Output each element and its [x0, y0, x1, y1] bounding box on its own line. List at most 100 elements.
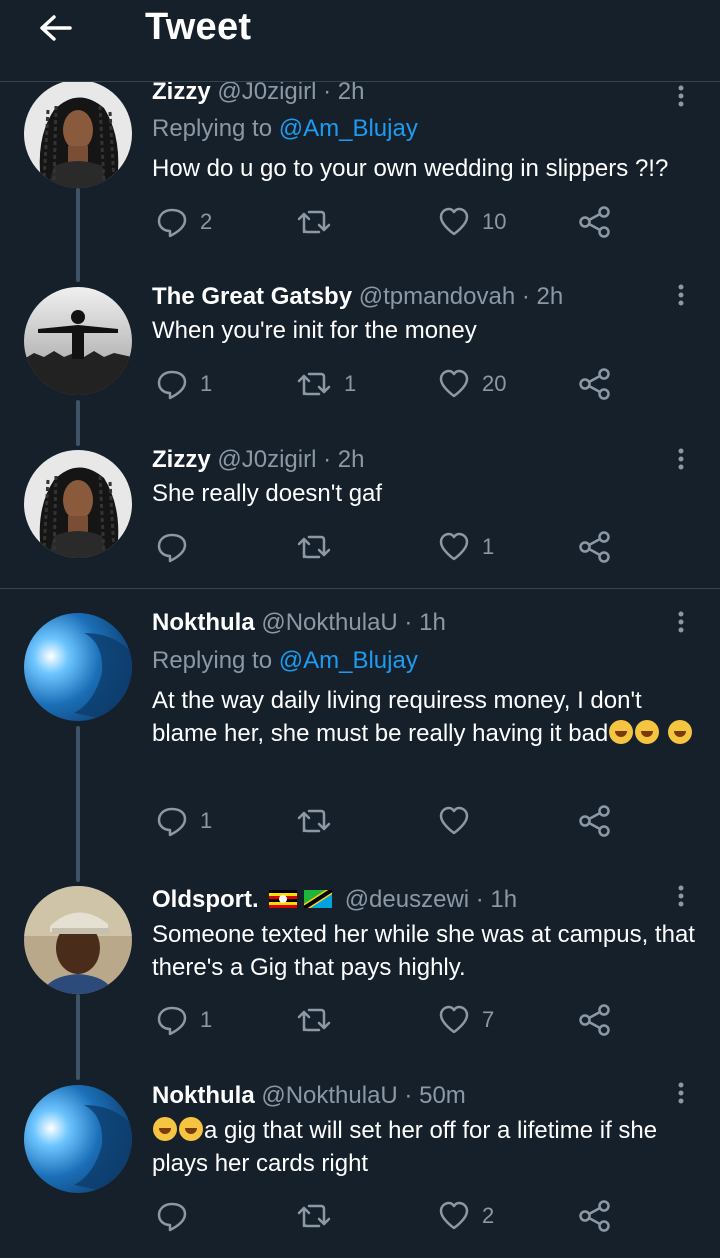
heart-icon — [439, 806, 469, 835]
heart-icon — [439, 207, 469, 236]
like-count: 7 — [482, 1007, 495, 1032]
replying-to: Replying to @Am_Blujay — [152, 115, 418, 142]
heart-icon — [439, 369, 469, 398]
replying-to: Replying to @Am_Blujay — [152, 647, 418, 674]
reply-icon — [157, 1202, 187, 1232]
mention-link[interactable]: @Am_Blujay — [279, 647, 418, 674]
tweet-actions: 2 10 — [0, 202, 720, 242]
mention-link[interactable]: @Am_Blujay — [279, 115, 418, 142]
tweet-actions: 2 — [0, 1196, 720, 1236]
retweet-button[interactable] — [296, 202, 344, 242]
tweet-header: Nokthula @NokthulaU · 1h — [152, 608, 446, 638]
tweet-header: Nokthula @NokthulaU · 50m — [152, 1081, 466, 1111]
like-button[interactable]: 10 — [438, 202, 506, 242]
reply-icon — [157, 1006, 187, 1036]
author-name[interactable]: The Great Gatsby — [152, 283, 352, 310]
share-icon — [579, 1004, 610, 1036]
back-arrow-icon[interactable] — [36, 8, 76, 48]
rofl-emoji — [179, 1117, 203, 1141]
avatar[interactable] — [24, 80, 132, 188]
tweet-header: The Great Gatsby @tpmandovah · 2h — [152, 282, 563, 312]
share-button[interactable] — [578, 801, 612, 841]
retweet-button[interactable]: 1 — [296, 364, 356, 404]
like-count: 20 — [482, 371, 507, 396]
tweet-text: When you're init for the money — [152, 317, 477, 344]
thread-line — [76, 400, 80, 446]
reply-button[interactable]: 1 — [156, 364, 212, 404]
more-icon[interactable] — [676, 610, 686, 634]
share-icon — [579, 805, 610, 837]
retweet-button[interactable] — [296, 801, 344, 841]
more-icon[interactable] — [676, 1081, 686, 1105]
author-name[interactable]: Oldsport. — [152, 886, 259, 913]
author-handle: @NokthulaU · 50m — [261, 1082, 466, 1109]
share-button[interactable] — [578, 364, 612, 404]
reply-count: 2 — [200, 209, 213, 234]
rofl-emoji — [667, 720, 692, 744]
author-name[interactable]: Zizzy — [152, 78, 211, 105]
tweet-text-block: a gig that will set her off for a lifeti… — [152, 1114, 700, 1180]
more-icon[interactable] — [676, 447, 686, 471]
tweet-text: At the way daily living requiress money,… — [152, 687, 642, 747]
tweet-text-block: At the way daily living requiress money,… — [152, 684, 700, 750]
reply-icon — [157, 370, 187, 400]
top-bar: Tweet — [0, 0, 720, 82]
reply-icon — [157, 807, 187, 837]
tweet-actions: 1 7 — [0, 1000, 720, 1040]
author-handle: @J0zigirl · 2h — [217, 78, 365, 105]
more-icon[interactable] — [676, 884, 686, 908]
like-count: 2 — [482, 1203, 495, 1228]
share-button[interactable] — [578, 1000, 612, 1040]
reply-button[interactable]: 1 — [156, 801, 212, 841]
retweet-button[interactable] — [296, 1000, 344, 1040]
retweet-count: 1 — [344, 371, 357, 396]
share-icon — [579, 1200, 610, 1232]
author-handle: @tpmandovah · 2h — [358, 283, 564, 310]
heart-icon — [439, 532, 469, 561]
share-button[interactable] — [578, 202, 612, 242]
retweet-icon — [297, 809, 331, 833]
tweet-text: How do u go to your own wedding in slipp… — [152, 155, 669, 182]
like-button[interactable]: 7 — [438, 1000, 494, 1040]
more-icon[interactable] — [676, 283, 686, 307]
author-handle: @NokthulaU · 1h — [261, 609, 446, 636]
reply-button[interactable] — [156, 527, 200, 567]
reply-button[interactable]: 2 — [156, 202, 212, 242]
heart-icon — [439, 1005, 469, 1034]
uganda-flag — [269, 890, 298, 908]
tweet-header: Zizzy @J0zigirl · 2h — [152, 445, 364, 475]
reply-count: 1 — [200, 808, 213, 833]
share-button[interactable] — [578, 527, 612, 567]
tweet-text: a gig that will set her off for a lifeti… — [152, 1117, 658, 1177]
avatar[interactable] — [24, 613, 132, 721]
like-count: 10 — [482, 209, 507, 234]
author-name[interactable]: Zizzy — [152, 446, 211, 473]
retweet-icon — [297, 210, 331, 234]
avatar[interactable] — [24, 1085, 132, 1193]
retweet-icon — [297, 1204, 331, 1228]
like-button[interactable] — [438, 801, 482, 841]
share-button[interactable] — [578, 1196, 612, 1236]
retweet-button[interactable] — [296, 527, 344, 567]
retweet-icon — [297, 1008, 331, 1032]
heart-icon — [439, 1201, 469, 1230]
like-button[interactable]: 20 — [438, 364, 506, 404]
like-button[interactable]: 2 — [438, 1196, 494, 1236]
author-name[interactable]: Nokthula — [152, 609, 255, 636]
tweet-actions: 1 — [0, 801, 720, 841]
more-icon[interactable] — [676, 84, 686, 108]
retweet-icon — [297, 535, 331, 559]
reply-count: 1 — [200, 1007, 213, 1032]
retweet-button[interactable] — [296, 1196, 344, 1236]
reply-button[interactable] — [156, 1196, 200, 1236]
share-icon — [579, 206, 610, 238]
avatar[interactable] — [24, 886, 132, 994]
like-button[interactable]: 1 — [438, 527, 494, 567]
rofl-emoji — [635, 720, 660, 744]
tweet-text: Someone texted her while she was at camp… — [152, 921, 695, 981]
retweet-icon — [297, 372, 331, 396]
reply-button[interactable]: 1 — [156, 1000, 212, 1040]
author-handle: @J0zigirl · 2h — [217, 446, 365, 473]
share-icon — [579, 531, 610, 563]
author-name[interactable]: Nokthula — [152, 1082, 255, 1109]
